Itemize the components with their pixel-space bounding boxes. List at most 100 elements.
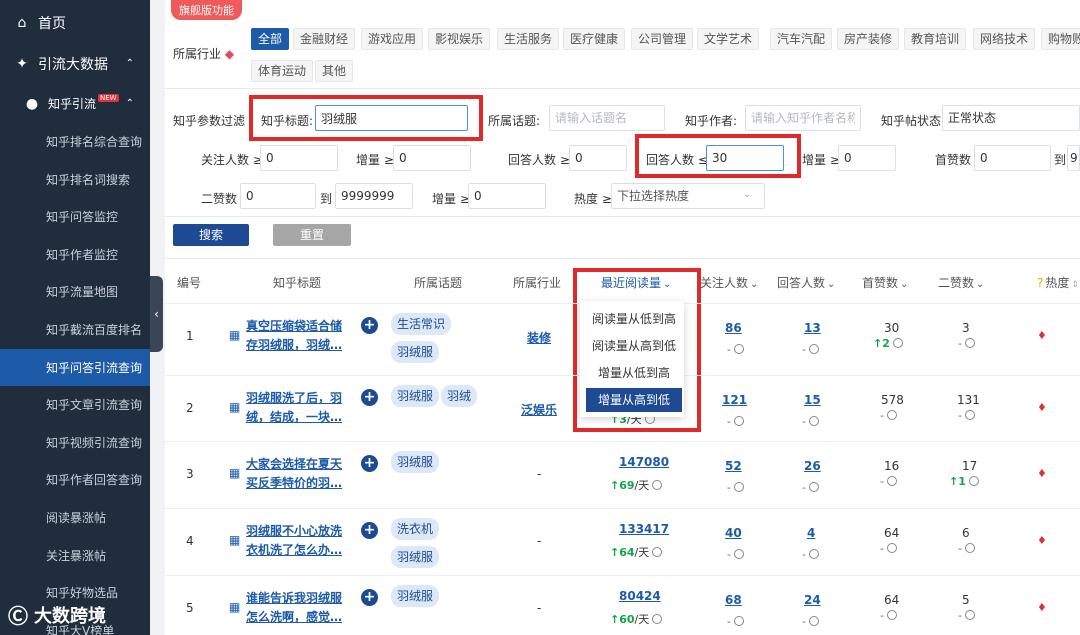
industry-tag-5[interactable]: 医疗健康 (563, 28, 626, 50)
first-like-max-input[interactable] (1067, 145, 1080, 171)
follow-count-link[interactable]: 52 (725, 459, 742, 473)
sidebar-item-home[interactable]: ⌂ 首页 (0, 4, 150, 41)
sidebar-item-11[interactable]: 关注暴涨帖 (0, 537, 150, 574)
sidebar-item-0[interactable]: 知乎排名综合查询 (0, 123, 150, 160)
sidebar-item-4[interactable]: 知乎流量地图 (0, 273, 150, 310)
topic-tag[interactable]: 羽绒服 (391, 451, 440, 473)
second-like-count: 5 (962, 593, 970, 607)
table-header-5[interactable]: 关注人数 ⌄ (700, 274, 758, 291)
qr-code-icon[interactable]: ▦ (229, 329, 242, 342)
topic-tag[interactable]: 羽绒服 (391, 385, 440, 407)
post-title-link[interactable]: 大家会选择在夏天买反季特价的羽… (246, 455, 342, 493)
topic-tag[interactable]: 羽绒 (441, 385, 478, 407)
answer-count-link[interactable]: 15 (804, 393, 821, 407)
industry-tag-14[interactable]: 其他 (315, 60, 354, 82)
sidebar-item-3[interactable]: 知乎作者监控 (0, 236, 150, 273)
topic-tag[interactable]: 羽绒服 (391, 341, 440, 363)
search-button[interactable]: 搜索 (173, 224, 249, 246)
heat-select[interactable]: 下拉选择热度 (611, 183, 765, 209)
industry-tag-9[interactable]: 房产装修 (837, 28, 900, 50)
post-title-link[interactable]: 羽绒服洗了后，羽绒，结成，一块… (246, 389, 342, 427)
read-count-link[interactable]: 133417 (619, 522, 669, 536)
qr-code-icon[interactable]: ▦ (229, 534, 242, 547)
second-like-min-input[interactable] (240, 183, 316, 209)
industry-tag-12[interactable]: 购物败 (1041, 28, 1080, 50)
post-title-link[interactable]: 谁能告诉我羽绒服怎么洗啊，感觉… (246, 589, 342, 627)
post-title-link[interactable]: 羽绒服不小心放洗衣机洗了怎么办… (246, 522, 342, 560)
follow-count-link[interactable]: 86 (725, 321, 742, 335)
answer-count-link[interactable]: 4 (807, 526, 815, 540)
second-like-max-input[interactable] (335, 183, 413, 209)
follow-count-link[interactable]: 68 (725, 593, 742, 607)
industry-tag-3[interactable]: 影视娱乐 (428, 28, 491, 50)
table-header-6[interactable]: 回答人数 ⌄ (777, 274, 835, 291)
table-header-label: 热度 (1045, 276, 1070, 290)
sort-option-3[interactable]: 增量从高到低 (586, 388, 682, 412)
follow-count-link[interactable]: 40 (725, 526, 742, 540)
sidebar-item-10[interactable]: 阅读暴涨帖 (0, 499, 150, 536)
topic-filter-input[interactable] (549, 105, 665, 131)
industry-tag-6[interactable]: 公司管理 (631, 28, 694, 50)
author-filter-input[interactable] (745, 105, 861, 131)
sidebar-item-7[interactable]: 知乎文章引流查询 (0, 386, 150, 423)
sort-option-1[interactable]: 阅读量从高到低 (586, 334, 682, 358)
read-count-link[interactable]: 147080 (619, 455, 669, 469)
topic-tag[interactable]: 生活常识 (391, 313, 452, 335)
answer-count-link[interactable]: 24 (804, 593, 821, 607)
add-icon[interactable]: + (361, 455, 378, 472)
answer-min-input[interactable] (569, 145, 627, 171)
topic-tag[interactable]: 洗衣机 (391, 518, 440, 540)
follow-increase-value: - (727, 548, 731, 561)
follow-filter-label: 关注人数 ≥ (201, 153, 263, 167)
sidebar-item-8[interactable]: 知乎视频引流查询 (0, 424, 150, 461)
answer-count-link[interactable]: 26 (804, 459, 821, 473)
first-like-min-input[interactable] (974, 145, 1051, 171)
add-icon[interactable]: + (361, 522, 378, 539)
reset-button[interactable]: 重置 (273, 224, 351, 246)
follow-min-input[interactable] (260, 145, 338, 171)
add-icon[interactable]: + (361, 317, 378, 334)
sidebar-item-2[interactable]: 知乎问答监控 (0, 198, 150, 235)
topic-tag[interactable]: 羽绒服 (391, 585, 440, 607)
sidebar-item-5[interactable]: 知乎截流百度排名 (0, 311, 150, 348)
answer-count-link[interactable]: 13 (804, 321, 821, 335)
clock-icon (964, 338, 975, 348)
industry-tag-2[interactable]: 游戏应用 (361, 28, 424, 50)
add-icon[interactable]: + (361, 389, 378, 406)
table-header-3: 所属行业 (513, 274, 561, 291)
industry-cell[interactable]: 装修 (527, 329, 551, 346)
post-title-link[interactable]: 真空压缩袋适合储存羽绒服，羽绒… (246, 317, 342, 355)
sort-option-2[interactable]: 增量从低到高 (586, 361, 682, 385)
sidebar-section-traffic[interactable]: ✦ 引流大数据 ⌃ (0, 45, 150, 82)
industry-tag-4[interactable]: 生活服务 (497, 28, 560, 50)
industry-tag-0[interactable]: 全部 (251, 28, 290, 50)
follow-inc-input[interactable] (393, 145, 471, 171)
industry-tag-13[interactable]: 体育运动 (251, 60, 314, 82)
topic-tag[interactable]: 羽绒服 (391, 546, 440, 568)
follow-count-link[interactable]: 121 (722, 393, 747, 407)
industry-cell[interactable]: 泛娱乐 (521, 401, 557, 418)
industry-tag-7[interactable]: 文学艺术 (697, 28, 760, 50)
qr-code-icon[interactable]: ▦ (229, 601, 242, 614)
sidebar-item-zhihu[interactable]: ● 知乎引流 NEW ⌃ (0, 85, 150, 122)
industry-tag-1[interactable]: 金融财经 (293, 28, 356, 50)
second-inc-input[interactable] (468, 183, 546, 209)
table-header-8[interactable]: 二赞数 ⌄ (938, 274, 984, 291)
table-header-7[interactable]: 首赞数 ⌄ (862, 274, 908, 291)
answer-inc-input[interactable] (838, 145, 896, 171)
qr-code-icon[interactable]: ▦ (229, 401, 242, 414)
sidebar-item-6[interactable]: 知乎问答引流查询 (0, 348, 150, 386)
sort-option-0[interactable]: 阅读量从低到高 (586, 307, 682, 331)
collapse-sidebar-button[interactable]: ‹ (150, 276, 163, 352)
add-icon[interactable]: + (361, 589, 378, 606)
status-select[interactable]: 正常状态 (942, 105, 1080, 131)
qr-code-icon[interactable]: ▦ (229, 467, 242, 480)
industry-tag-10[interactable]: 教育培训 (904, 28, 967, 50)
per-day-label: /天 (634, 546, 650, 559)
industry-tag-8[interactable]: 汽车汽配 (770, 28, 833, 50)
industry-tag-11[interactable]: 网络技术 (973, 28, 1036, 50)
read-count-link[interactable]: 80424 (619, 589, 661, 603)
table-header-9[interactable]: ? 热度 ⇕ (1037, 274, 1079, 291)
sidebar-item-1[interactable]: 知乎排名词搜索 (0, 161, 150, 198)
sidebar-item-9[interactable]: 知乎作者回答查询 (0, 461, 150, 498)
